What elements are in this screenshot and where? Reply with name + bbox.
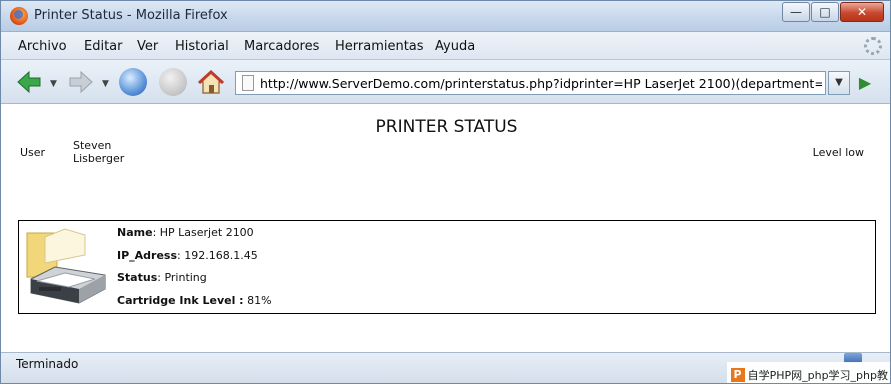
printer-name-label: Name [117,226,153,239]
firefox-icon [10,7,28,25]
back-button[interactable] [15,68,43,96]
menu-ver[interactable]: Ver [137,39,158,54]
page-title: PRINTER STATUS [375,117,518,137]
back-history-dropdown-icon[interactable]: ▼ [50,79,57,89]
printer-card: Name: HP Laserjet 2100 IP_Adress: 192.16… [18,220,876,314]
printer-ip-label: IP_Adress [117,248,178,262]
printer-ink-value: 81% [243,293,272,307]
back-arrow-icon [17,70,41,94]
minimize-button[interactable]: — [782,2,810,22]
user-label: User [20,146,46,159]
close-button[interactable]: ✕ [840,2,884,22]
watermark-text: 自学PHP网_php学习_php教 [747,368,888,382]
printer-ink-row: Cartridge Ink Level : 81% [117,294,272,317]
printer-icon [26,228,106,304]
printer-name-value: : HP Laserjet 2100 [152,226,254,239]
menu-bar: Archivo Editar Ver Historial Marcadores … [1,32,890,60]
window-title: Printer Status - Mozilla Firefox [34,8,228,23]
forward-history-dropdown-icon[interactable]: ▼ [102,79,109,89]
status-bar: Terminado P 自学PHP网_php学习_php教 [1,352,890,383]
activity-throbber-icon [864,37,882,55]
printer-name-row: Name: HP Laserjet 2100 [117,226,272,249]
reload-button[interactable] [119,68,147,96]
forward-button[interactable] [67,68,95,96]
printer-status-row: Status: Printing [117,271,272,294]
navigation-toolbar: ▼ ▼ ▼ ▶ [1,60,890,104]
page-icon [242,75,254,91]
browser-window: Printer Status - Mozilla Firefox — □ ✕ A… [0,0,891,384]
url-input[interactable] [260,74,822,92]
menu-historial[interactable]: Historial [175,39,229,54]
level-indicator: Level low [812,146,864,159]
window-controls: — □ ✕ [781,2,884,22]
url-history-dropdown[interactable]: ▼ [828,71,850,95]
printer-ip-value: : 192.168.1.45 [177,248,258,262]
maximize-button[interactable]: □ [811,2,839,22]
go-icon[interactable]: ▶ [853,71,877,95]
watermark: P 自学PHP网_php学习_php教 [726,362,890,383]
menu-marcadores[interactable]: Marcadores [244,39,319,54]
printer-status-label: Status [117,271,158,284]
menu-archivo[interactable]: Archivo [18,39,67,54]
home-button[interactable] [197,68,225,96]
stop-button[interactable] [159,68,187,96]
user-name: Steven Lisberger [73,139,125,165]
title-bar: Printer Status - Mozilla Firefox — □ ✕ [1,1,890,32]
printer-details: Name: HP Laserjet 2100 IP_Adress: 192.16… [117,226,272,316]
printer-ip-row: IP_Adress: 192.168.1.45 [117,249,272,272]
menu-ayuda[interactable]: Ayuda [435,39,475,54]
forward-arrow-icon [69,70,93,94]
menu-editar[interactable]: Editar [84,39,123,54]
printer-status-value: : Printing [157,271,207,284]
address-bar[interactable] [235,71,826,95]
menu-herramientas[interactable]: Herramientas [335,39,424,54]
printer-ink-label: Cartridge Ink Level : [117,293,244,307]
status-text: Terminado [16,357,79,371]
php-logo-icon: P [730,367,745,382]
home-icon [197,69,225,94]
page-content: PRINTER STATUS User Steven Lisberger Lev… [1,105,890,352]
